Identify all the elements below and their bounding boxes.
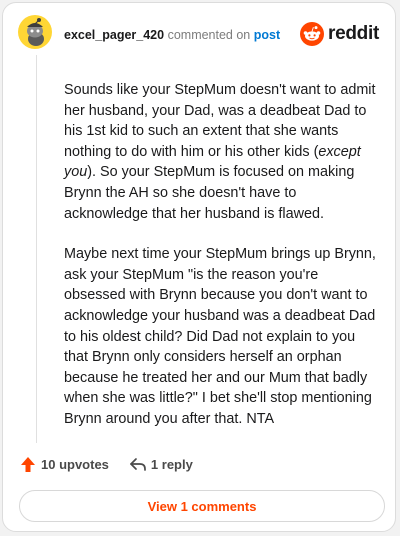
reply-arrow-icon [130,458,146,471]
upvote-count: 10 upvotes [41,457,109,472]
upvote-arrow-icon [21,457,35,472]
reddit-logo[interactable]: reddit [300,22,379,46]
comment-body: Sounds like your StepMum doesn't want to… [64,80,382,430]
username-link[interactable]: excel_pager_420 [64,28,164,42]
upvote-button[interactable]: 10 upvotes [20,456,109,473]
post-link[interactable]: post [254,28,280,42]
comment-actions: 10 upvotes 1 reply [20,456,193,473]
comment-text-part: ). So your StepMum is focused on making … [64,164,355,222]
snoo-avatar-icon[interactable] [18,15,52,49]
comment-paragraph-2: Maybe next time your StepMum brings up B… [64,246,376,427]
comment-header: excel_pager_420 commented on post [64,27,280,43]
reddit-wordmark: reddit [328,23,379,44]
reply-button[interactable]: 1 reply [129,457,193,472]
commented-on-text: commented on [167,28,251,42]
reply-count: 1 reply [150,457,193,472]
comment-paragraph-1: Sounds like your StepMum doesn't want to… [64,80,382,224]
view-comments-button[interactable]: View 1 comments [19,490,385,522]
comment-card: excel_pager_420 commented on post reddit… [2,2,396,532]
reddit-logo-icon [300,22,325,46]
thread-line[interactable] [36,55,37,443]
